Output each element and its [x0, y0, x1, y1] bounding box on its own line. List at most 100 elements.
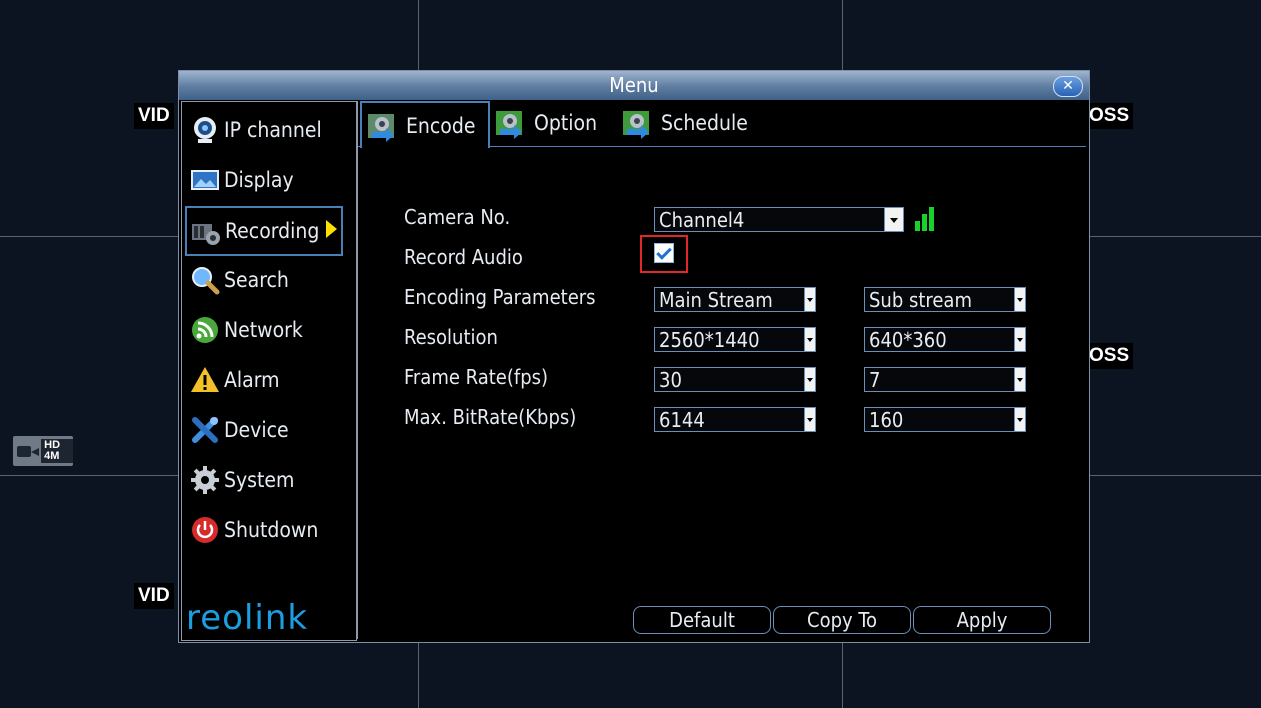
network-icon	[190, 315, 220, 345]
sidebar-item-device[interactable]: Device	[186, 410, 344, 450]
sub-resolution-value: 640*360	[869, 328, 947, 352]
sidebar-item-label: Recording	[225, 219, 320, 243]
video-camera-icon	[17, 443, 40, 459]
chevron-down-icon	[1014, 328, 1025, 351]
grid-line	[418, 641, 419, 708]
chevron-down-icon	[1014, 368, 1025, 391]
sidebar: IP channel Display Recording Search Netw…	[181, 101, 357, 641]
sidebar-item-label: Alarm	[224, 368, 280, 392]
tab-schedule[interactable]: Schedule	[617, 101, 757, 144]
active-arrow-icon	[326, 220, 337, 238]
sub-bitrate-value: 160	[869, 408, 904, 432]
tab-label: Encode	[406, 113, 476, 138]
sidebar-item-network[interactable]: Network	[186, 310, 344, 350]
display-icon	[190, 165, 220, 195]
copy-to-button[interactable]: Copy To	[773, 606, 911, 634]
sidebar-item-label: IP channel	[224, 118, 322, 142]
grid-line	[0, 475, 178, 476]
option-icon	[494, 107, 526, 139]
camera-overlay-tag: VID	[134, 583, 174, 609]
power-icon	[190, 515, 220, 545]
chevron-down-icon	[1014, 288, 1025, 311]
magnifier-icon	[190, 265, 220, 295]
frame-rate-label: Frame Rate(fps)	[404, 365, 549, 389]
webcam-icon	[190, 115, 220, 145]
main-bitrate-select[interactable]: 6144	[654, 407, 816, 432]
resolution-label: Resolution	[404, 325, 498, 349]
camera-no-label: Camera No.	[404, 205, 511, 229]
camera-overlay-tag: OSS	[1085, 343, 1134, 369]
main-framerate-select[interactable]: 30	[654, 367, 816, 392]
tab-label: Schedule	[661, 110, 748, 135]
sidebar-item-label: Shutdown	[224, 518, 319, 542]
camera-no-select[interactable]: Channel4	[654, 207, 904, 232]
camera-no-value: Channel4	[659, 208, 745, 232]
chevron-down-icon	[804, 408, 815, 431]
sidebar-item-system[interactable]: System	[186, 460, 344, 500]
sidebar-item-display[interactable]: Display	[186, 160, 344, 200]
sub-resolution-select[interactable]: 640*360	[864, 327, 1026, 352]
chevron-down-icon	[804, 288, 815, 311]
sub-framerate-select[interactable]: 7	[864, 367, 1026, 392]
sidebar-item-search[interactable]: Search	[186, 260, 344, 300]
apply-button[interactable]: Apply	[913, 606, 1051, 634]
encode-panel: Encode Option Schedule Camera No. Channe…	[357, 101, 1088, 639]
record-audio-highlight	[640, 235, 688, 273]
sidebar-item-label: Network	[224, 318, 303, 342]
sidebar-item-ip-channel[interactable]: IP channel	[186, 110, 344, 150]
sidebar-item-alarm[interactable]: Alarm	[186, 360, 344, 400]
grid-line	[0, 236, 178, 237]
warning-icon	[190, 365, 220, 395]
chevron-down-icon	[804, 328, 815, 351]
camera-overlay-tag: OSS	[1085, 103, 1134, 129]
window-title: Menu	[609, 73, 659, 97]
recording-icon	[191, 216, 221, 246]
default-button[interactable]: Default	[633, 606, 771, 634]
tab-label: Option	[534, 110, 598, 135]
grid-line	[842, 641, 843, 708]
chevron-down-icon	[884, 208, 903, 231]
main-stream-select[interactable]: Main Stream	[654, 287, 816, 312]
sidebar-item-label: Device	[224, 418, 289, 442]
tab-bar: Encode Option Schedule	[358, 101, 1086, 148]
close-icon: ✕	[1062, 78, 1074, 94]
sub-bitrate-select[interactable]: 160	[864, 407, 1026, 432]
signal-strength-icon	[915, 207, 935, 231]
sidebar-item-recording[interactable]: Recording	[185, 206, 343, 256]
bitrate-label: Max. BitRate(Kbps)	[404, 405, 577, 429]
encoding-parameters-label: Encoding Parameters	[404, 285, 596, 309]
main-stream-value: Main Stream	[659, 288, 773, 312]
tab-encode[interactable]: Encode	[360, 101, 490, 148]
grid-line	[842, 0, 843, 70]
window-titlebar: Menu ✕	[179, 71, 1089, 100]
tab-option[interactable]: Option	[490, 101, 610, 144]
chevron-down-icon	[1014, 408, 1025, 431]
encode-icon	[366, 110, 398, 142]
hd-badge-label: HD 4M	[41, 439, 73, 463]
hd-camera-badge: HD 4M	[13, 436, 73, 466]
schedule-icon	[621, 107, 653, 139]
gear-icon	[190, 465, 220, 495]
close-button[interactable]: ✕	[1053, 76, 1083, 97]
main-framerate-value: 30	[659, 368, 682, 392]
main-resolution-value: 2560*1440	[659, 328, 760, 352]
grid-line	[1088, 475, 1261, 476]
sidebar-item-label: Search	[224, 268, 289, 292]
main-resolution-select[interactable]: 2560*1440	[654, 327, 816, 352]
grid-line	[1088, 236, 1261, 237]
sidebar-item-label: Display	[224, 168, 294, 192]
sub-stream-select[interactable]: Sub stream	[864, 287, 1026, 312]
sub-stream-value: Sub stream	[869, 288, 972, 312]
tools-icon	[190, 415, 220, 445]
sidebar-item-shutdown[interactable]: Shutdown	[186, 510, 344, 550]
sub-framerate-value: 7	[869, 368, 881, 392]
chevron-down-icon	[804, 368, 815, 391]
record-audio-label: Record Audio	[404, 245, 523, 269]
sidebar-item-label: System	[224, 468, 295, 492]
record-audio-checkbox[interactable]	[654, 243, 674, 263]
main-bitrate-value: 6144	[659, 408, 705, 432]
brand-logo: reolink	[186, 598, 309, 638]
camera-overlay-tag: VID	[134, 103, 174, 129]
grid-line	[418, 0, 419, 70]
menu-window: Menu ✕ IP channel Display Recording Sear…	[178, 70, 1090, 643]
